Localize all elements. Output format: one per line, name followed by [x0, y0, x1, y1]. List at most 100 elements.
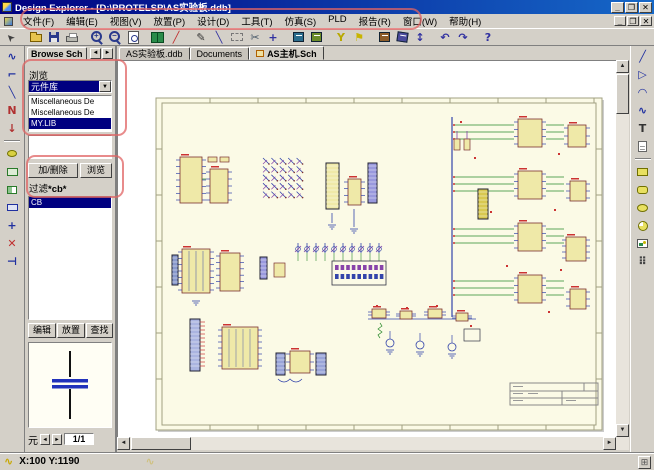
document-navigator-button[interactable]: ➤	[2, 29, 20, 45]
open-library-button[interactable]	[375, 29, 393, 45]
scroll-down-icon[interactable]: ▼	[616, 424, 629, 437]
polygon-button[interactable]: ▷	[634, 67, 652, 82]
menu-item-5[interactable]: 工具(T)	[235, 13, 278, 29]
menu-item-1[interactable]: 编辑(E)	[60, 13, 104, 29]
app-minimize-button[interactable]: _	[611, 2, 624, 13]
next-component-icon[interactable]: ►	[52, 434, 62, 445]
horizontal-scrollbar[interactable]: ◄ ►	[117, 437, 616, 450]
help-button[interactable]: ?	[479, 29, 497, 45]
library-book-button[interactable]	[289, 29, 307, 45]
browse-panel-tab[interactable]: Browse Sch	[27, 47, 87, 60]
wire-button[interactable]: ∿	[3, 49, 21, 64]
menu-item-6[interactable]: 仿真(S)	[279, 13, 323, 29]
library-item-0[interactable]: Miscellaneous De	[29, 96, 111, 107]
text-button[interactable]: T	[634, 121, 652, 136]
menu-item-7[interactable]: PLD	[322, 13, 352, 29]
wire-icon: ∿	[7, 51, 16, 62]
part-button[interactable]	[3, 146, 21, 161]
app-close-button[interactable]: ✕	[639, 2, 652, 13]
component-list[interactable]: CB	[28, 196, 112, 320]
filter-value[interactable]: *cb*	[48, 184, 66, 195]
add-remove-button[interactable]: 加/删除	[28, 163, 78, 178]
document-tab-0[interactable]: AS实验板.ddb	[119, 47, 190, 60]
pie-chart-button[interactable]	[634, 218, 652, 233]
schematic-canvas[interactable]	[117, 60, 616, 437]
ellipse-button[interactable]	[634, 200, 652, 215]
array-paste-icon: ⠿	[638, 256, 647, 267]
power-port-button[interactable]: ↓	[3, 121, 21, 136]
prev-component-icon[interactable]: ◄	[40, 434, 50, 445]
status-corner-button[interactable]: ⊞	[638, 456, 651, 469]
junction-button[interactable]: +	[3, 218, 21, 233]
browse-components-button[interactable]	[149, 29, 167, 45]
net-label-button[interactable]: N	[3, 103, 21, 118]
percent-book-button[interactable]	[307, 29, 325, 45]
selection-rect-button[interactable]	[228, 29, 246, 45]
port-button[interactable]	[3, 200, 21, 215]
bus-button[interactable]: ╲	[3, 85, 21, 100]
browse-mode-dropdown[interactable]: 元件库 ▼	[28, 80, 112, 93]
menu-item-2[interactable]: 视图(V)	[104, 13, 148, 29]
undo-button[interactable]: ↶	[436, 29, 454, 45]
panel-scroll-right-icon[interactable]: ►	[102, 48, 113, 59]
library-item-2[interactable]: MY.LIB	[29, 118, 111, 129]
bus-entry-button[interactable]: ⌐	[3, 67, 21, 82]
place-button[interactable]: 放置	[57, 323, 85, 338]
menu-item-10[interactable]: 帮助(H)	[443, 13, 487, 29]
component-item-0[interactable]: CB	[29, 197, 111, 208]
menu-item-3[interactable]: 放置(P)	[147, 13, 191, 29]
scroll-left-icon[interactable]: ◄	[117, 437, 130, 450]
text-frame-button[interactable]	[634, 139, 652, 154]
cut-button[interactable]: ✂	[246, 29, 264, 45]
zoom-in-icon: +	[90, 30, 104, 44]
wiring-pen-button[interactable]: ╱	[167, 29, 185, 45]
panel-scroll-left-icon[interactable]: ◄	[90, 48, 101, 59]
bezier-button[interactable]: ∿	[634, 103, 652, 118]
flag-button[interactable]: ⚑	[350, 29, 368, 45]
zoom-in-button[interactable]: +	[88, 29, 106, 45]
library-list[interactable]: Miscellaneous DeMiscellaneous DeMY.LIB	[28, 95, 112, 132]
probe-button[interactable]: Y	[332, 29, 350, 45]
edit-button[interactable]: 编辑	[28, 323, 56, 338]
array-paste-button[interactable]: ⠿	[634, 254, 652, 269]
scroll-right-icon[interactable]: ►	[603, 437, 616, 450]
child-window-icon[interactable]	[4, 17, 13, 26]
dropdown-arrow-icon[interactable]: ▼	[99, 81, 111, 92]
vertical-scrollbar[interactable]: ▲ ▼	[616, 60, 629, 450]
pencil-tool-button[interactable]: ✎	[192, 29, 210, 45]
menu-item-0[interactable]: 文件(F)	[17, 13, 60, 29]
line-tool-button[interactable]: ╲	[210, 29, 228, 45]
scroll-up-icon[interactable]: ▲	[616, 60, 629, 73]
menu-item-8[interactable]: 报告(R)	[353, 13, 397, 29]
redo-button[interactable]: ↷	[454, 29, 472, 45]
document-tab-2[interactable]: AS主机.Sch	[249, 46, 324, 60]
app-restore-button[interactable]: ❐	[625, 2, 638, 13]
zoom-document-icon	[128, 31, 139, 44]
pcb-directive-button[interactable]: ⊣	[3, 254, 21, 269]
rectangle-button[interactable]	[634, 164, 652, 179]
annotate-button[interactable]: ↕	[411, 29, 429, 45]
zoom-document-button[interactable]	[124, 29, 142, 45]
browse-library-button[interactable]	[393, 29, 411, 45]
child-restore-button[interactable]: ❐	[627, 16, 639, 26]
document-tab-1[interactable]: Documents	[190, 47, 250, 60]
no-erc-button[interactable]: ✕	[3, 236, 21, 251]
menu-item-9[interactable]: 窗口(W)	[397, 13, 443, 29]
library-item-1[interactable]: Miscellaneous De	[29, 107, 111, 118]
child-minimize-button[interactable]: _	[614, 16, 626, 26]
menu-item-4[interactable]: 设计(D)	[191, 13, 235, 29]
zoom-out-button[interactable]: −	[106, 29, 124, 45]
save-button[interactable]	[45, 29, 63, 45]
draw-line-button[interactable]: ╱	[634, 49, 652, 64]
sheet-entry-button[interactable]	[3, 182, 21, 197]
sheet-symbol-button[interactable]	[3, 164, 21, 179]
find-button[interactable]: 查找	[86, 323, 113, 338]
child-close-button[interactable]: ✕	[640, 16, 652, 26]
print-button[interactable]	[63, 29, 81, 45]
open-folder-button[interactable]	[27, 29, 45, 45]
browse-button[interactable]: 浏览	[80, 163, 112, 178]
arc-button[interactable]: ◠	[634, 85, 652, 100]
move-button[interactable]: +	[264, 29, 282, 45]
round-rectangle-button[interactable]	[634, 182, 652, 197]
graphic-image-button[interactable]	[634, 236, 652, 251]
